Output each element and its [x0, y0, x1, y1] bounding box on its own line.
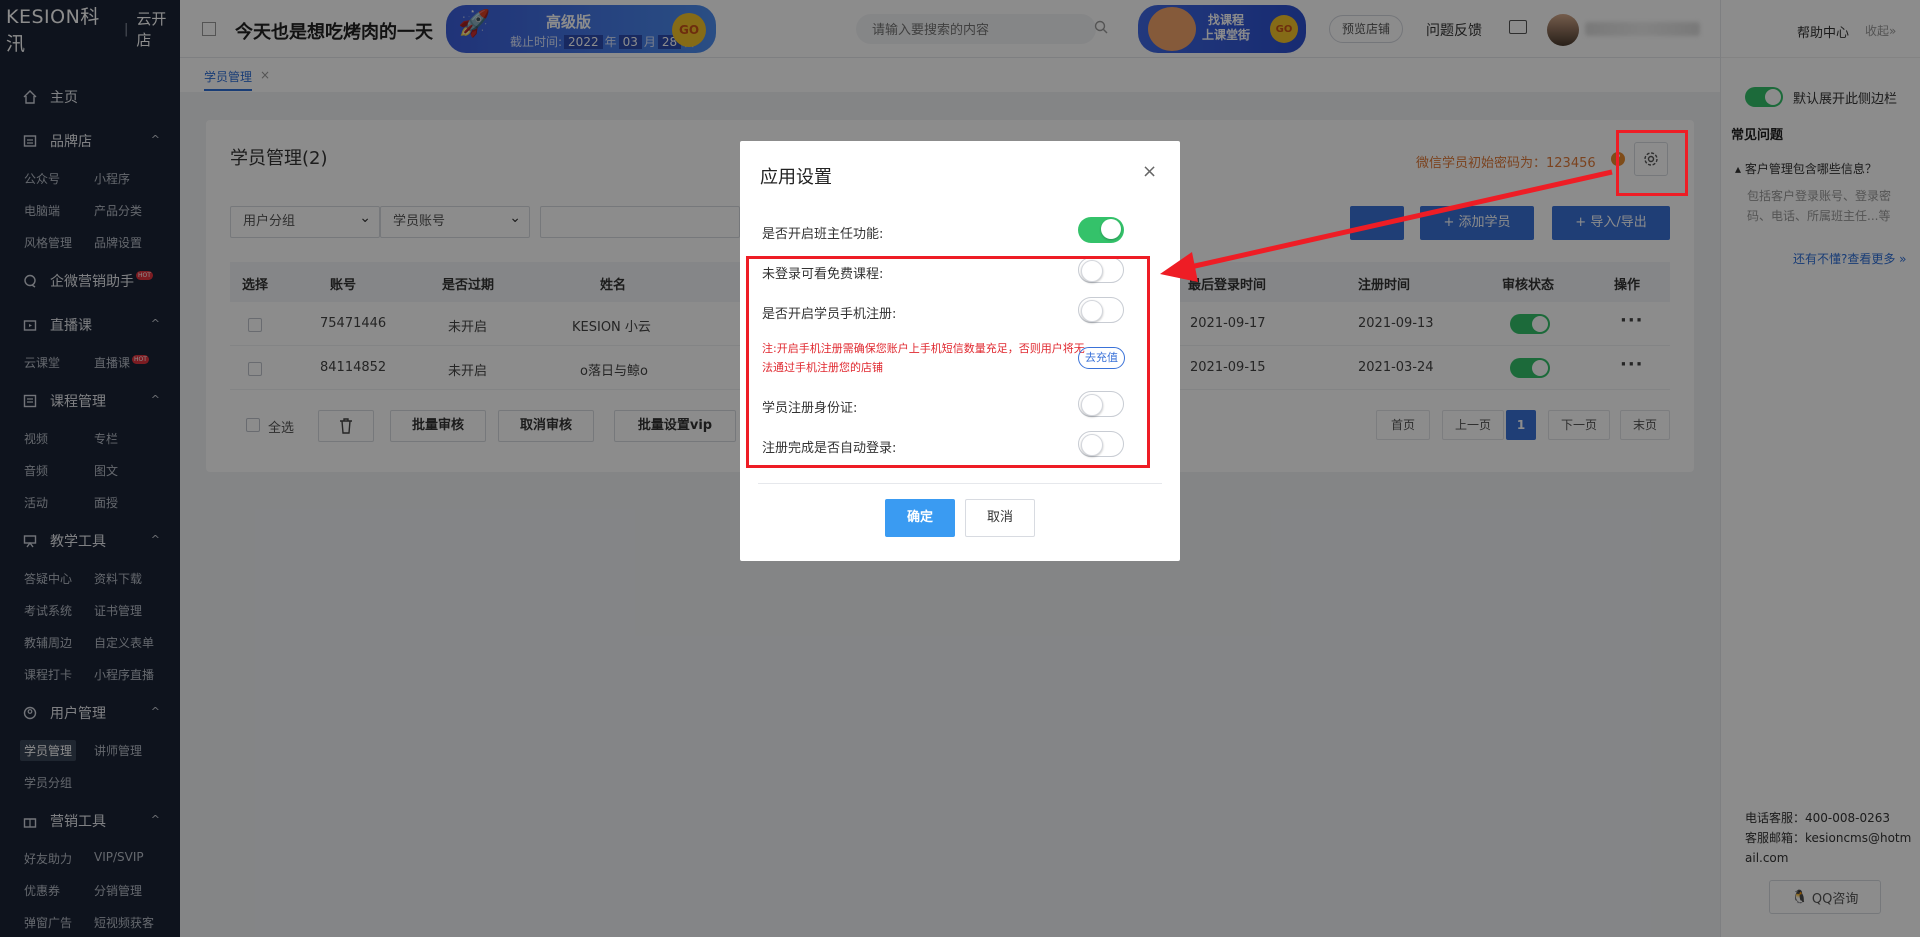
- annotation-box-gear: [1616, 130, 1688, 196]
- modal-divider: [758, 483, 1162, 484]
- close-icon[interactable]: ×: [1142, 161, 1157, 182]
- cancel-button[interactable]: 取消: [965, 499, 1035, 537]
- toggle-head-teacher[interactable]: [1078, 217, 1124, 243]
- confirm-button[interactable]: 确定: [885, 499, 955, 537]
- modal-title: 应用设置: [760, 167, 832, 188]
- setting-label-head-teacher: 是否开启班主任功能:: [762, 227, 884, 242]
- annotation-box-settings: [746, 256, 1150, 468]
